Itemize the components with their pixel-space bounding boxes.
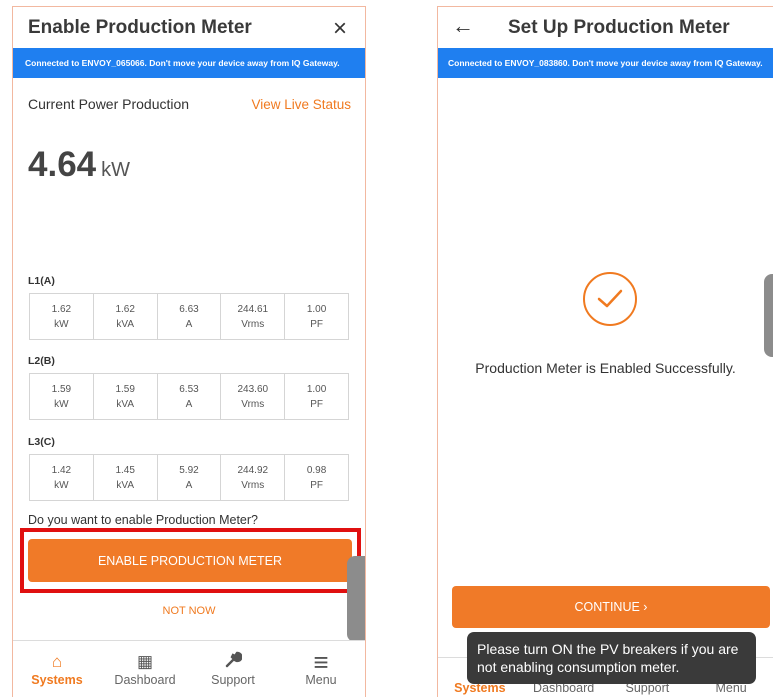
success-message: Production Meter is Enabled Successfully… [475, 360, 736, 376]
reading-value: 1.42 [51, 464, 72, 476]
header: Enable Production Meter × [13, 7, 365, 48]
reading-unit: kVA [116, 398, 134, 410]
menu-icon: ≡ [313, 647, 329, 677]
page-title: Enable Production Meter [28, 16, 252, 38]
reading-unit: A [185, 479, 193, 491]
connection-banner: Connected to ENVOY_065066. Don't move yo… [13, 48, 365, 78]
reading-cell: 1.59 kW [30, 374, 94, 419]
phase-table: 1.62 kW 1.62 kVA 6.63 A 244.61 Vrms 1.00 PF [29, 293, 349, 340]
phase-label: L3(C) [28, 436, 55, 448]
tab-label: Systems [31, 673, 83, 687]
reading-value: 6.53 [179, 383, 199, 395]
reading-unit: kVA [116, 479, 134, 491]
tab-systems[interactable]: ⌂ Systems [13, 641, 101, 697]
reading-unit: Vrms [241, 479, 265, 491]
reading-cell: 1.62 kW [30, 294, 94, 339]
reading-unit: A [185, 398, 193, 410]
power-number: 4.64 [28, 145, 97, 184]
header: ← Set Up Production Meter [438, 7, 773, 48]
reading-value: 0.98 [306, 464, 327, 476]
phase-table: 1.59 kW 1.59 kVA 6.53 A 243.60 Vrms 1.00 PF [29, 373, 349, 420]
reading-value: 1.62 [115, 303, 135, 315]
reading-value: 1.00 [306, 383, 327, 395]
reading-cell: 1.62 kVA [94, 294, 158, 339]
phase-label: L2(B) [28, 355, 55, 367]
page-title: Set Up Production Meter [508, 16, 730, 38]
not-now-button[interactable]: NOT NOW [13, 605, 365, 617]
reading-cell: 243.60 Vrms [221, 374, 286, 419]
reading-unit: kW [54, 479, 69, 491]
home-icon: ⌂ [51, 652, 63, 671]
bottom-tab-bar: ⌂ Systems ▦ Dashboard Support ≡ Menu [13, 640, 365, 697]
setup-meter-screen: ← Set Up Production Meter Connected to E… [437, 6, 773, 697]
reading-value: 1.62 [51, 303, 72, 315]
power-unit: kW [101, 159, 131, 181]
phase-table: 1.42 kW 1.45 kVA 5.92 A 244.92 Vrms 0.98 PF [29, 454, 349, 501]
current-power-row: Current Power Production View Live Statu… [13, 96, 365, 112]
reading-value: 6.63 [179, 303, 199, 315]
reading-cell: 0.98 PF [285, 455, 348, 500]
reading-cell: 6.63 A [158, 294, 222, 339]
reading-unit: kVA [116, 318, 134, 330]
highlight-box [20, 528, 361, 593]
reading-value: 244.61 [237, 303, 269, 315]
reading-value: 1.45 [115, 464, 135, 476]
reading-cell: 1.45 kVA [94, 455, 158, 500]
tab-label: Dashboard [114, 673, 176, 687]
enable-question: Do you want to enable Production Meter? [28, 513, 258, 527]
connection-banner: Connected to ENVOY_083860. Don't move yo… [438, 48, 773, 78]
reading-unit: kW [54, 318, 69, 330]
reading-cell: 6.53 A [158, 374, 222, 419]
reading-unit: PF [310, 479, 323, 491]
reading-value: 1.00 [306, 303, 327, 315]
reading-cell: 1.42 kW [30, 455, 94, 500]
continue-button[interactable]: CONTINUE › [452, 586, 770, 628]
close-icon[interactable]: × [333, 15, 347, 43]
checkmark-circle-icon [583, 272, 637, 326]
current-power-label: Current Power Production [28, 96, 190, 112]
reading-value: 243.60 [237, 383, 269, 395]
reading-unit: PF [310, 318, 323, 330]
tab-support[interactable]: Support [189, 641, 277, 697]
reading-cell: 5.92 A [158, 455, 222, 500]
reading-unit: Vrms [241, 398, 265, 410]
reading-value: 1.59 [115, 383, 135, 395]
reading-cell: 1.59 kVA [94, 374, 158, 419]
view-live-status-link[interactable]: View Live Status [251, 97, 351, 112]
side-handle[interactable] [347, 556, 365, 642]
enable-meter-screen: Enable Production Meter × Connected to E… [12, 6, 366, 697]
back-arrow-icon[interactable]: ← [452, 13, 474, 39]
reading-unit: PF [310, 398, 323, 410]
phase-block: L2(B) 1.59 kW 1.59 kVA 6.53 A 243.60 Vrms 1.00 PF [13, 355, 349, 420]
tab-dashboard[interactable]: ▦ Dashboard [101, 641, 189, 697]
reading-unit: Vrms [241, 318, 265, 330]
side-handle[interactable] [764, 274, 773, 357]
reading-cell: 244.61 Vrms [221, 294, 286, 339]
reading-value: 244.92 [237, 464, 269, 476]
tab-label: Support [211, 673, 255, 687]
reading-cell: 1.00 PF [285, 294, 348, 339]
wrench-icon [224, 651, 243, 673]
reading-unit: A [185, 318, 193, 330]
tab-menu[interactable]: ≡ Menu [277, 641, 365, 697]
tab-label: Menu [305, 673, 337, 687]
phase-block: L1(A) 1.62 kW 1.62 kVA 6.63 A 244.61 Vrms 1.00 PF [13, 275, 349, 340]
power-value: 4.64 kW [28, 145, 365, 185]
reading-value: 1.59 [51, 383, 72, 395]
reading-cell: 1.00 PF [285, 374, 348, 419]
reading-unit: kW [54, 398, 69, 410]
reading-cell: 244.92 Vrms [221, 455, 286, 500]
reading-value: 5.92 [179, 464, 199, 476]
dashboard-icon: ▦ [136, 652, 154, 671]
phase-block: L3(C) 1.42 kW 1.45 kVA 5.92 A 244.92 Vrms 0.98 PF [13, 436, 349, 501]
toast-message: Please turn ON the PV breakers if you ar… [467, 632, 756, 684]
phase-label: L1(A) [28, 275, 55, 287]
